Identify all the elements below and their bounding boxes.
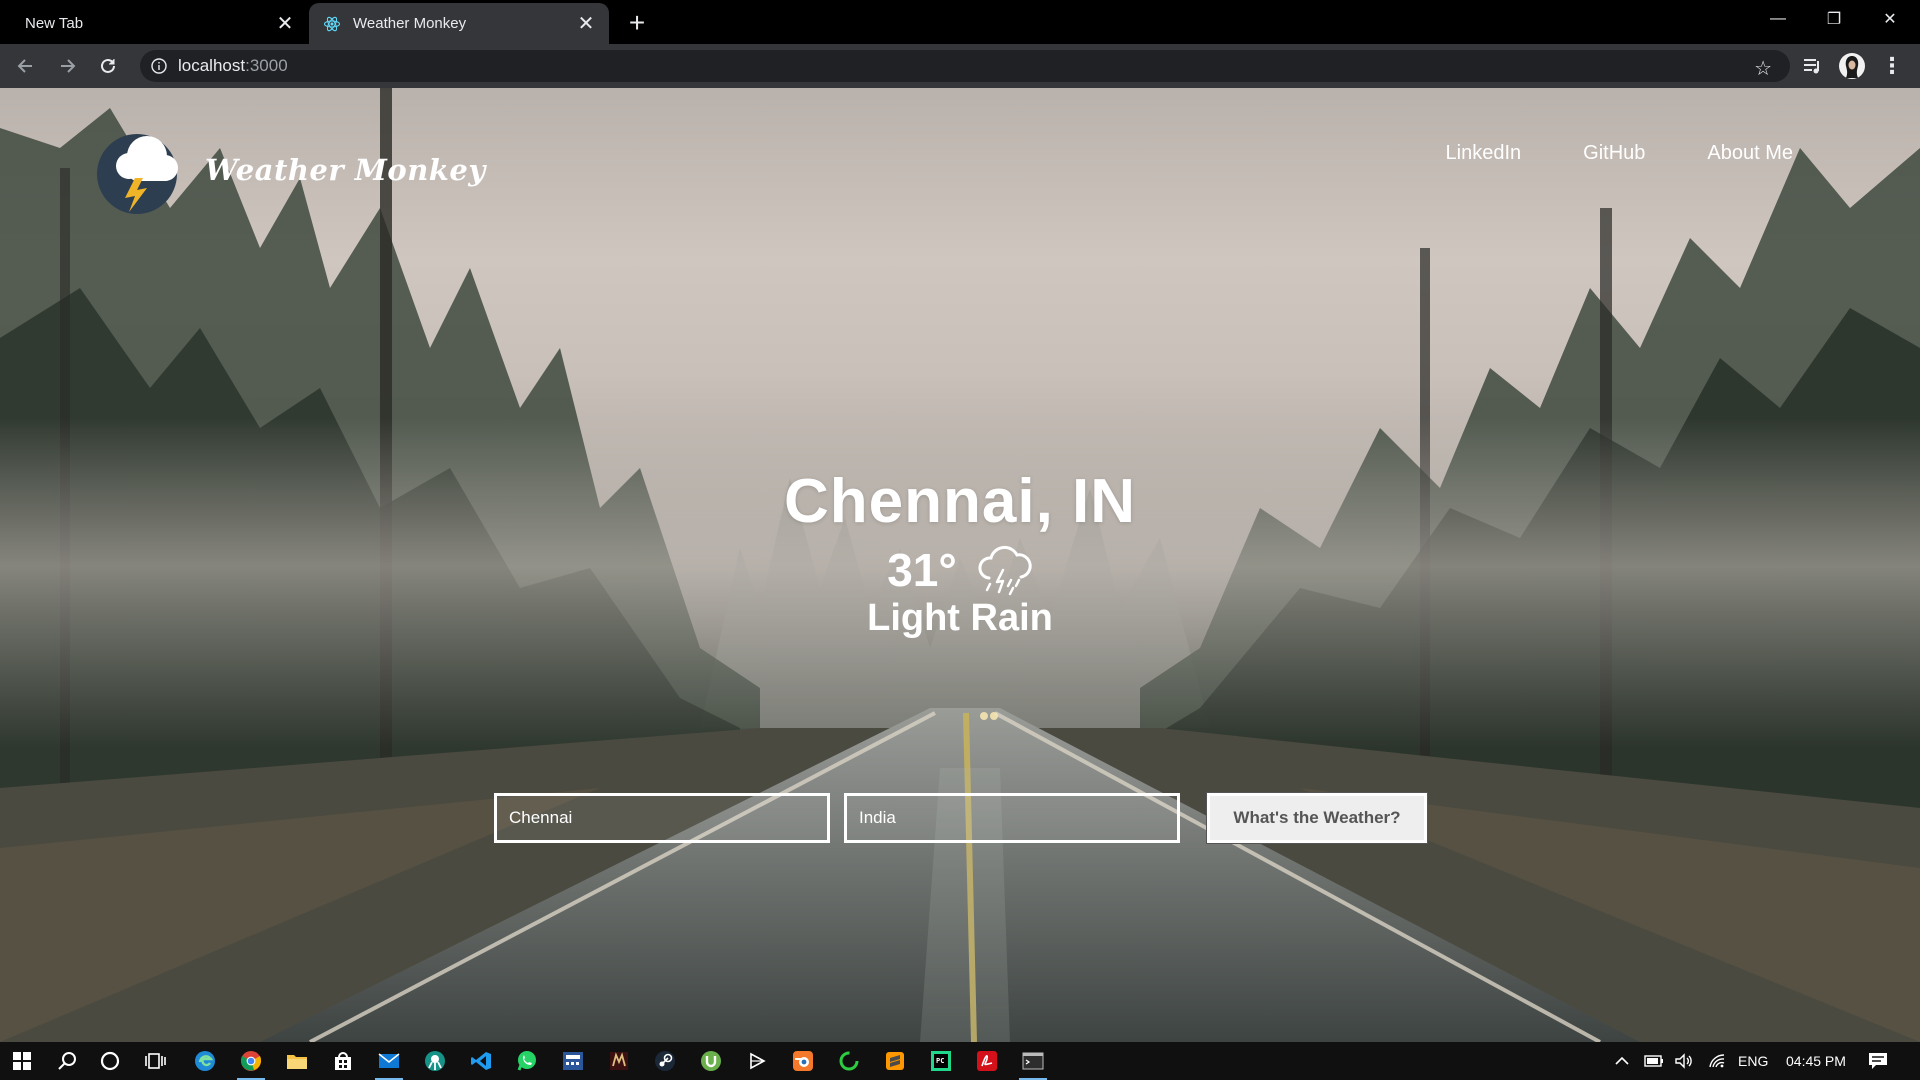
- calculator-app-icon[interactable]: [556, 1046, 590, 1076]
- utorrent-icon[interactable]: [694, 1046, 728, 1076]
- sync-app-icon[interactable]: [832, 1046, 866, 1076]
- language-indicator[interactable]: ENG: [1738, 1042, 1768, 1080]
- tab-new-tab[interactable]: New Tab ✕: [0, 3, 308, 44]
- pycharm-icon[interactable]: PC: [924, 1046, 958, 1076]
- brand-name: Weather Monkey: [205, 153, 486, 187]
- city-input[interactable]: Chennai: [494, 793, 830, 843]
- react-favicon-icon: [323, 15, 341, 33]
- bookmark-star-icon[interactable]: ☆: [1754, 56, 1772, 81]
- brand[interactable]: Weather Monkey: [95, 126, 486, 214]
- temperature-row: 31°: [0, 543, 1920, 597]
- get-weather-button[interactable]: What's the Weather?: [1206, 792, 1428, 844]
- microsoft-store-icon[interactable]: [326, 1046, 360, 1076]
- site-info-icon[interactable]: [150, 57, 168, 75]
- nav-github-link[interactable]: GitHub: [1583, 142, 1645, 165]
- whatsapp-icon[interactable]: [510, 1046, 544, 1076]
- show-hidden-icons-icon[interactable]: [1614, 1042, 1630, 1080]
- game-app-icon[interactable]: [602, 1046, 636, 1076]
- new-tab-plus-icon[interactable]: +: [622, 7, 652, 38]
- volume-icon[interactable]: [1674, 1042, 1694, 1080]
- sublime-text-icon[interactable]: [878, 1046, 912, 1076]
- cloud-rain-lightning-icon: [978, 545, 1032, 596]
- address-bar[interactable]: localhost:3000 ☆: [140, 50, 1790, 82]
- restore-window-icon[interactable]: ❐: [1806, 0, 1862, 38]
- windows-taskbar: PC ENG 04:45 PM: [0, 1042, 1920, 1080]
- mail-icon[interactable]: [372, 1046, 406, 1080]
- storm-cloud-logo-icon: [97, 134, 178, 214]
- search-icon[interactable]: [50, 1046, 84, 1076]
- weather-search-form: Chennai India What's the Weather?: [494, 792, 1428, 844]
- blender-icon[interactable]: [786, 1046, 820, 1076]
- profile-avatar[interactable]: [1836, 50, 1868, 82]
- tab-title: New Tab: [25, 15, 84, 32]
- weather-readout: Chennai, IN 31° Light Rain: [0, 466, 1920, 640]
- site-nav: LinkedIn GitHub About Me: [1446, 142, 1793, 165]
- nav-linkedin-link[interactable]: LinkedIn: [1446, 142, 1522, 165]
- url-host: localhost: [178, 56, 246, 75]
- back-icon[interactable]: [10, 50, 42, 82]
- terminal-icon[interactable]: [1016, 1046, 1050, 1080]
- url-port: :3000: [245, 56, 288, 75]
- gitkraken-icon[interactable]: [418, 1046, 452, 1076]
- nav-about-me-link[interactable]: About Me: [1707, 142, 1793, 165]
- chrome-browser-icon[interactable]: [234, 1046, 268, 1080]
- tab-weather-monkey[interactable]: Weather Monkey ✕: [309, 3, 609, 44]
- browser-tab-strip: New Tab ✕ Weather Monkey ✕ + — ❐ ✕: [0, 0, 1920, 44]
- acrobat-reader-icon[interactable]: [970, 1046, 1004, 1076]
- cortana-icon[interactable]: [93, 1046, 127, 1076]
- vscode-icon[interactable]: [464, 1046, 498, 1076]
- battery-icon[interactable]: [1644, 1042, 1664, 1080]
- media-player-icon[interactable]: [740, 1046, 774, 1076]
- close-window-icon[interactable]: ✕: [1862, 0, 1918, 38]
- forward-icon[interactable]: [51, 50, 83, 82]
- temperature-value: 31°: [887, 544, 957, 596]
- reload-icon[interactable]: [92, 50, 124, 82]
- edge-browser-icon[interactable]: [188, 1046, 222, 1076]
- minimize-window-icon[interactable]: —: [1750, 0, 1806, 38]
- wifi-icon[interactable]: [1708, 1042, 1726, 1080]
- action-center-icon[interactable]: [1868, 1042, 1888, 1080]
- task-view-icon[interactable]: [139, 1046, 173, 1076]
- close-tab-icon[interactable]: ✕: [573, 11, 599, 37]
- chrome-menu-icon[interactable]: ⋮: [1876, 50, 1908, 82]
- clock[interactable]: 04:45 PM: [1786, 1042, 1846, 1080]
- browser-toolbar: localhost:3000 ☆ ⋮: [0, 44, 1920, 88]
- file-explorer-icon[interactable]: [280, 1046, 314, 1076]
- windows-start-icon[interactable]: [5, 1046, 39, 1076]
- steam-icon[interactable]: [648, 1046, 682, 1076]
- location-heading: Chennai, IN: [783, 467, 1137, 536]
- page-viewport: Weather Monkey LinkedIn GitHub About Me …: [0, 88, 1920, 1042]
- close-tab-icon[interactable]: ✕: [272, 11, 298, 37]
- media-queue-icon[interactable]: [1796, 50, 1828, 82]
- tab-title: Weather Monkey: [353, 15, 467, 32]
- condition-text: Light Rain: [867, 597, 1053, 639]
- country-input[interactable]: India: [844, 793, 1180, 843]
- svg-text:PC: PC: [936, 1057, 944, 1065]
